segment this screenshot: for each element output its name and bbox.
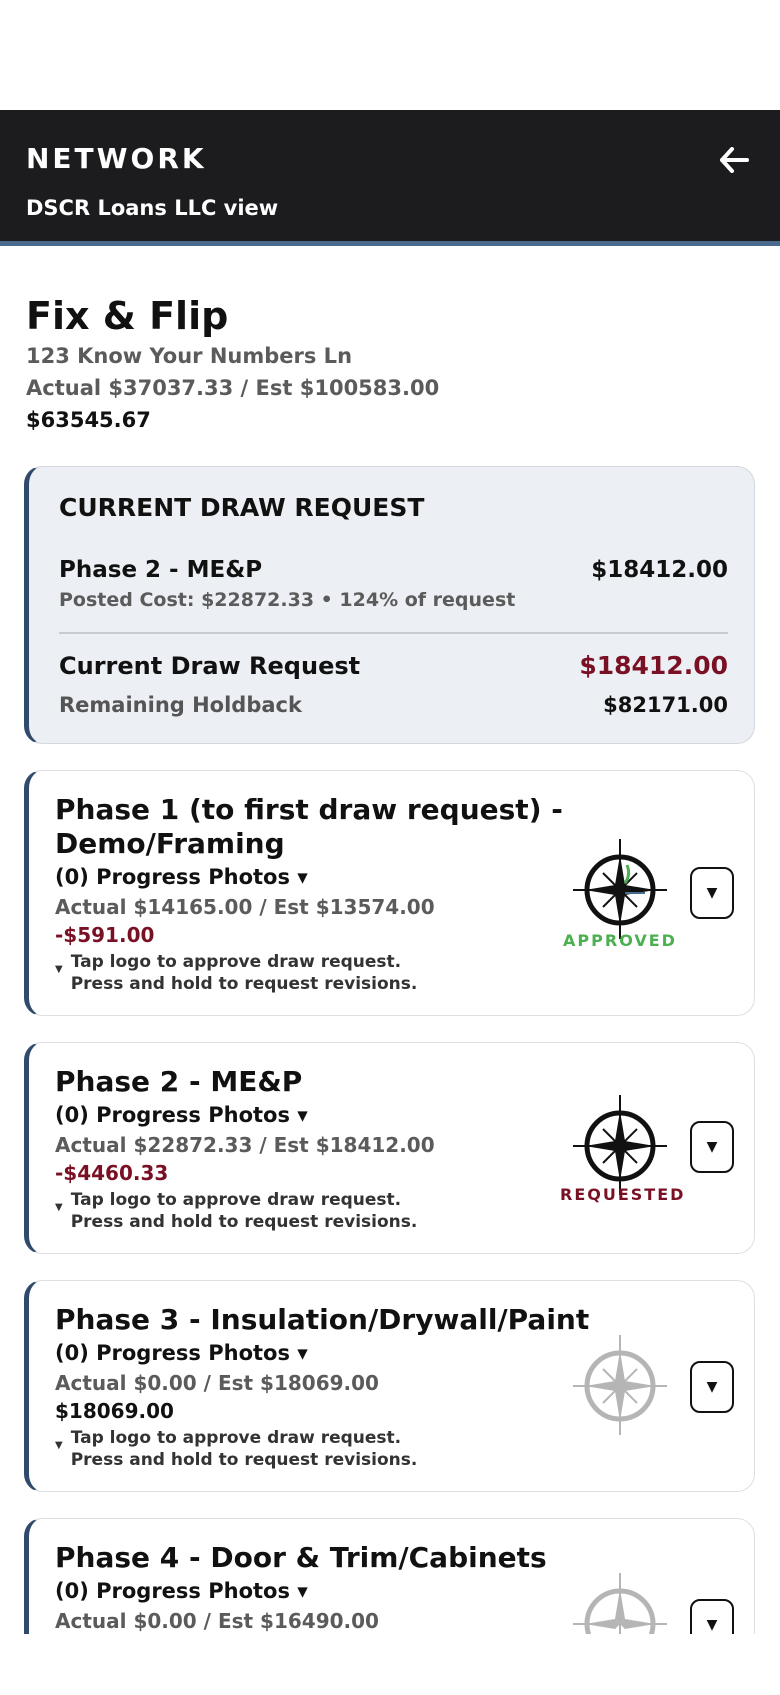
phase-title: Phase 2 - ME&P xyxy=(55,1065,303,1098)
project-title: Fix & Flip xyxy=(26,294,229,338)
project-summary: Fix & Flip 123 Know Your Numbers Ln Actu… xyxy=(26,292,754,436)
phase-dropdown-button[interactable]: ▼ xyxy=(690,1121,734,1173)
hint-line: Tap logo to approve draw request. xyxy=(70,952,402,972)
hint-line: Press and hold to request revisions. xyxy=(70,1212,418,1232)
progress-photos-toggle[interactable]: (0) Progress Photos ▾ xyxy=(55,1341,308,1365)
status-badge: REQUESTED xyxy=(560,1185,686,1204)
back-button[interactable] xyxy=(714,140,754,180)
phase-dropdown-button[interactable]: ▼ xyxy=(690,1599,734,1634)
compass-logo-icon[interactable] xyxy=(565,835,675,945)
phase-dropdown-button[interactable]: ▼ xyxy=(690,1361,734,1413)
phase-title: Phase 4 - Door & Trim/Cabinets xyxy=(55,1541,547,1574)
phase-actual-vs-est: Actual $0.00 / Est $18069.00 xyxy=(55,1371,379,1395)
remaining-holdback-amount: $82171.00 xyxy=(603,693,728,717)
current-draw-request-card: CURRENT DRAW REQUEST Phase 2 - ME&P $184… xyxy=(24,466,755,744)
draw-request-label: Current Draw Request xyxy=(59,652,361,680)
phase-hint: ▼ Tap logo to approve draw request. Press… xyxy=(55,1427,417,1471)
compass-logo-icon[interactable] xyxy=(565,1569,675,1634)
triangle-down-icon: ▼ xyxy=(706,1617,718,1633)
draw-request-amount: $18412.00 xyxy=(579,651,728,680)
divider xyxy=(59,632,728,634)
compass-logo-icon[interactable] xyxy=(565,1331,675,1441)
triangle-down-icon: ▼ xyxy=(55,1440,63,1451)
phase-hint: ▼ Tap logo to approve draw request. Press… xyxy=(55,1189,417,1233)
draw-phase-amount: $18412.00 xyxy=(591,557,728,583)
triangle-down-icon: ▼ xyxy=(55,1202,63,1213)
project-address: 123 Know Your Numbers Ln xyxy=(26,344,353,368)
app-subtitle: DSCR Loans LLC view xyxy=(26,196,279,220)
hint-line: Press and hold to request revisions. xyxy=(70,1450,418,1470)
app-header: NETWORK DSCR Loans LLC view xyxy=(0,110,780,246)
phase-actual-vs-est: Actual $0.00 / Est $16490.00 xyxy=(55,1609,379,1633)
hint-line: Tap logo to approve draw request. xyxy=(70,1190,402,1210)
progress-photos-toggle[interactable]: (0) Progress Photos ▾ xyxy=(55,1103,308,1127)
draw-request-heading: CURRENT DRAW REQUEST xyxy=(59,493,425,522)
phase-card: Phase 1 (to first draw request) - Demo/F… xyxy=(24,770,755,1016)
project-total: $63545.67 xyxy=(26,408,151,432)
phase-actual-vs-est: Actual $14165.00 / Est $13574.00 xyxy=(55,895,435,919)
remaining-holdback-label: Remaining Holdback xyxy=(59,693,302,717)
status-badge: APPROVED xyxy=(563,931,677,950)
status-bar-area xyxy=(0,0,780,110)
project-actual-vs-est: Actual $37037.33 / Est $100583.00 xyxy=(26,376,440,400)
phase-actual-vs-est: Actual $22872.33 / Est $18412.00 xyxy=(55,1133,435,1157)
draw-phase-name: Phase 2 - ME&P xyxy=(59,557,263,583)
phase-dropdown-button[interactable]: ▼ xyxy=(690,867,734,919)
phase-hint: ▼ Tap logo to approve draw request. Press… xyxy=(55,951,417,995)
triangle-down-icon: ▼ xyxy=(55,964,63,975)
phase-title: Phase 1 (to first draw request) - Demo/F… xyxy=(55,793,563,860)
phase-card: Phase 2 - ME&P (0) Progress Photos ▾ Act… xyxy=(24,1042,755,1254)
phase-difference: -$4460.33 xyxy=(55,1161,169,1185)
app-title: NETWORK xyxy=(26,142,207,175)
triangle-down-icon: ▼ xyxy=(706,1139,718,1155)
arrow-left-icon xyxy=(720,147,749,173)
phase-card: Phase 4 - Door & Trim/Cabinets (0) Progr… xyxy=(24,1518,755,1634)
hint-line: Press and hold to request revisions. xyxy=(70,974,418,994)
hint-line: Tap logo to approve draw request. xyxy=(70,1428,402,1448)
phase-title: Phase 3 - Insulation/Drywall/Paint xyxy=(55,1303,590,1336)
progress-photos-toggle[interactable]: (0) Progress Photos ▾ xyxy=(55,1579,308,1603)
phase-difference: $18069.00 xyxy=(55,1399,174,1423)
triangle-down-icon: ▼ xyxy=(706,1379,718,1395)
phase-difference: -$591.00 xyxy=(55,923,155,947)
progress-photos-toggle[interactable]: (0) Progress Photos ▾ xyxy=(55,865,308,889)
phase-card: Phase 3 - Insulation/Drywall/Paint (0) P… xyxy=(24,1280,755,1492)
triangle-down-icon: ▼ xyxy=(706,885,718,901)
draw-posted-cost: Posted Cost: $22872.33 • 124% of request xyxy=(59,589,516,611)
